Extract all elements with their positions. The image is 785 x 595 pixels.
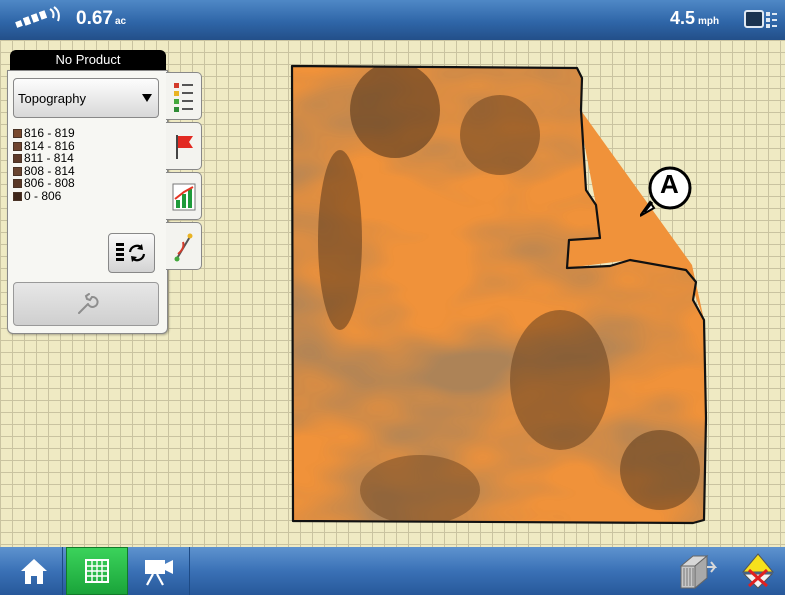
tab-legend[interactable] — [166, 72, 202, 120]
video-button[interactable] — [130, 547, 190, 595]
map-layer-value: Topography — [18, 91, 86, 106]
speed-value: 4.5 — [670, 8, 696, 28]
map-legend-panel: Topography 816 - 819 814 - 816 811 - 814… — [7, 70, 168, 334]
map-grid-icon — [85, 559, 109, 583]
legend-list: 816 - 819 814 - 816 811 - 814 808 - 814 … — [13, 127, 75, 202]
guidance-line-icon — [174, 233, 193, 262]
product-tab[interactable]: No Product — [10, 50, 166, 70]
legend-label: 0 - 806 — [24, 188, 62, 203]
bottom-nav-bar — [0, 547, 785, 595]
gps-satellite-icon[interactable] — [14, 6, 62, 37]
wrench-icon — [78, 293, 99, 314]
area-value: 0.67 — [76, 8, 113, 29]
legend-swatch — [13, 141, 22, 151]
alert-icon — [741, 553, 774, 589]
tab-summary[interactable] — [166, 172, 202, 220]
video-camera-icon — [144, 560, 173, 586]
layer-settings-button[interactable] — [13, 282, 159, 326]
flag-icon — [176, 135, 193, 159]
top-status-bar: 0.67 ac 4.5 mph — [0, 0, 785, 40]
legend-swatch — [13, 191, 22, 201]
legend-swatch — [13, 166, 22, 176]
implement-icon — [679, 554, 717, 590]
legend-swatch — [13, 129, 22, 138]
speed-readout: 4.5 mph — [670, 8, 719, 29]
bar-chart-icon — [172, 183, 196, 211]
speed-unit: mph — [698, 16, 720, 27]
home-icon — [20, 559, 47, 584]
legend-icon — [174, 83, 193, 112]
area-readout: 0.67 ac — [76, 8, 126, 30]
chevron-down-icon — [142, 94, 152, 102]
legend-refresh-button[interactable] — [108, 233, 155, 273]
map-view-button[interactable] — [66, 547, 128, 595]
legend-item: 0 - 806 — [13, 188, 75, 203]
legend-refresh-icon — [116, 243, 146, 262]
alert-button[interactable] — [735, 547, 780, 595]
implement-button[interactable] — [672, 547, 722, 595]
home-button[interactable] — [5, 547, 63, 595]
legend-swatch — [13, 179, 22, 188]
legend-swatch — [13, 154, 22, 163]
field-marker-callout: A — [639, 164, 692, 217]
display-monitor-icon[interactable] — [744, 10, 778, 35]
field-marker-label: A — [660, 169, 679, 199]
screen: 0.67 ac 4.5 mph A No Product Topography … — [0, 0, 785, 595]
area-unit: ac — [114, 16, 127, 27]
map-layer-dropdown[interactable]: Topography — [13, 78, 159, 118]
tab-flags[interactable] — [166, 122, 202, 170]
tab-guidance[interactable] — [166, 222, 202, 270]
